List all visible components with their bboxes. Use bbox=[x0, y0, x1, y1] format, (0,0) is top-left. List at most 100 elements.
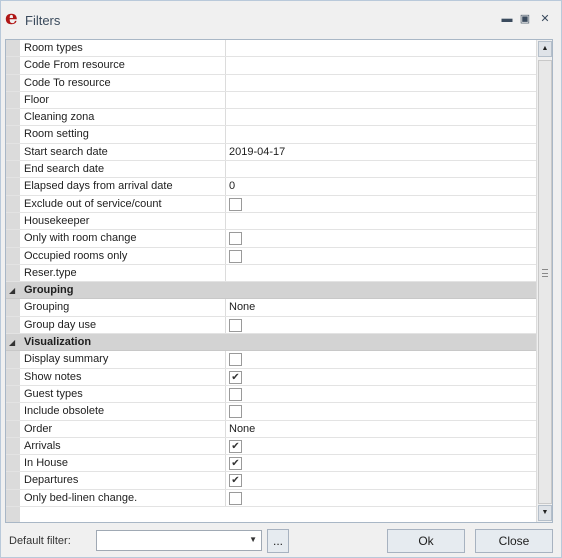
filter-row[interactable]: Occupied rooms only bbox=[6, 247, 536, 265]
filter-checkbox[interactable] bbox=[229, 405, 242, 419]
default-filter-label: Default filter: bbox=[9, 535, 71, 547]
group-spacer bbox=[226, 282, 536, 299]
filter-row[interactable]: Elapsed days from arrival date 0 bbox=[6, 178, 536, 196]
ok-button[interactable]: Ok bbox=[387, 529, 465, 553]
chevron-down-icon[interactable]: ▼ bbox=[249, 535, 257, 544]
group-spacer bbox=[226, 334, 536, 351]
default-filter-select[interactable]: ▼ bbox=[96, 530, 262, 551]
filter-value[interactable]: None bbox=[226, 420, 536, 437]
filter-row[interactable]: Display summary bbox=[6, 351, 536, 369]
close-button[interactable]: Close bbox=[475, 529, 553, 553]
filter-value[interactable] bbox=[226, 40, 536, 57]
filter-row[interactable]: Start search date 2019-04-17 bbox=[6, 143, 536, 162]
filter-value[interactable] bbox=[226, 57, 536, 74]
group-label: Grouping bbox=[20, 282, 226, 299]
filter-label: Display summary bbox=[20, 351, 226, 368]
filter-row[interactable]: Only with room change bbox=[6, 230, 536, 248]
filter-checkbox[interactable] bbox=[229, 249, 242, 263]
vertical-scrollbar[interactable]: ▲ ▼ bbox=[536, 40, 552, 522]
filter-label: Cleaning zona bbox=[20, 109, 226, 126]
filter-label: Housekeeper bbox=[20, 212, 226, 230]
filter-checkbox[interactable] bbox=[229, 353, 242, 367]
filter-label: Floor bbox=[20, 91, 226, 109]
filter-value[interactable] bbox=[226, 109, 536, 126]
filter-checkbox[interactable]: ✔ bbox=[229, 474, 242, 488]
filter-label: Group day use bbox=[20, 316, 226, 334]
filter-value-cell[interactable] bbox=[226, 489, 536, 507]
filter-label: Show notes bbox=[20, 368, 226, 385]
filter-value-cell[interactable] bbox=[226, 385, 536, 403]
group-header[interactable]: ◢ Visualization bbox=[6, 334, 536, 352]
collapse-icon[interactable]: ◢ bbox=[9, 286, 15, 295]
filter-checkbox[interactable] bbox=[229, 232, 242, 246]
filter-value-cell[interactable] bbox=[226, 351, 536, 368]
filter-row[interactable]: Room setting bbox=[6, 126, 536, 144]
close-icon[interactable]: ✕ bbox=[537, 12, 553, 26]
filter-value-cell[interactable] bbox=[226, 316, 536, 334]
filter-row[interactable]: Group day use bbox=[6, 316, 536, 335]
filter-row[interactable]: End search date bbox=[6, 161, 536, 179]
filter-label: Room types bbox=[20, 40, 226, 57]
browse-button[interactable]: ... bbox=[267, 529, 289, 553]
filter-checkbox[interactable] bbox=[229, 197, 242, 211]
filter-row[interactable]: Cleaning zona bbox=[6, 109, 536, 127]
filter-row[interactable]: In House ✔ bbox=[6, 455, 536, 473]
window-title: Filters bbox=[25, 13, 61, 28]
filter-row[interactable]: Floor bbox=[6, 91, 536, 110]
filter-value-cell[interactable]: ✔ bbox=[226, 472, 536, 489]
filter-label: Guest types bbox=[20, 385, 226, 403]
collapse-icon[interactable]: ◢ bbox=[9, 338, 15, 347]
filter-value-cell[interactable] bbox=[226, 247, 536, 264]
property-grid: Room types Code From resource Code To reso… bbox=[5, 39, 553, 523]
filter-checkbox[interactable] bbox=[229, 387, 242, 401]
filter-value-cell[interactable]: ✔ bbox=[226, 437, 536, 455]
filter-row[interactable]: Code To resource bbox=[6, 74, 536, 92]
filter-value-cell[interactable]: ✔ bbox=[226, 368, 536, 385]
filter-row[interactable]: Reser.type bbox=[6, 264, 536, 283]
filter-checkbox[interactable] bbox=[229, 491, 242, 505]
filter-value[interactable] bbox=[226, 212, 536, 230]
filter-label: Only with room change bbox=[20, 230, 226, 247]
filter-row[interactable]: Arrivals ✔ bbox=[6, 437, 536, 456]
filter-value[interactable] bbox=[226, 161, 536, 178]
filter-row[interactable]: Departures ✔ bbox=[6, 472, 536, 490]
filter-value[interactable]: 0 bbox=[226, 178, 536, 195]
filter-row[interactable]: Order None bbox=[6, 420, 536, 438]
filter-value[interactable] bbox=[226, 264, 536, 282]
filter-value-cell[interactable] bbox=[226, 195, 536, 212]
filter-label: Only bed-linen change. bbox=[20, 489, 226, 507]
group-header[interactable]: ◢ Grouping bbox=[6, 282, 536, 300]
filter-row[interactable]: Room types bbox=[6, 40, 536, 58]
filter-value[interactable]: None bbox=[226, 299, 536, 316]
restore-icon[interactable]: ▣ bbox=[517, 12, 533, 26]
filter-label: Reser.type bbox=[20, 264, 226, 282]
scroll-up-icon[interactable]: ▲ bbox=[538, 41, 552, 57]
filter-value[interactable]: 2019-04-17 bbox=[226, 143, 536, 161]
filter-row[interactable]: Include obsolete bbox=[6, 403, 536, 421]
filter-label: End search date bbox=[20, 161, 226, 178]
filter-label: Start search date bbox=[20, 143, 226, 161]
filter-row[interactable]: Guest types bbox=[6, 385, 536, 404]
minimize-icon[interactable]: ▬ bbox=[499, 12, 515, 26]
filter-value[interactable] bbox=[226, 91, 536, 109]
filter-label: Include obsolete bbox=[20, 403, 226, 420]
filter-value-cell[interactable] bbox=[226, 403, 536, 420]
filter-row[interactable]: Exclude out of service/count bbox=[6, 195, 536, 213]
filter-value-cell[interactable]: ✔ bbox=[226, 455, 536, 472]
filter-checkbox[interactable]: ✔ bbox=[229, 439, 242, 453]
scroll-down-icon[interactable]: ▼ bbox=[538, 505, 552, 521]
filter-row[interactable]: Only bed-linen change. bbox=[6, 489, 536, 508]
filter-value-cell[interactable] bbox=[226, 230, 536, 247]
filter-label: Grouping bbox=[20, 299, 226, 316]
filter-checkbox[interactable]: ✔ bbox=[229, 457, 242, 471]
filter-checkbox[interactable] bbox=[229, 318, 242, 332]
filter-row[interactable]: Grouping None bbox=[6, 299, 536, 317]
filter-checkbox[interactable]: ✔ bbox=[229, 370, 242, 384]
filter-value[interactable] bbox=[226, 126, 536, 143]
filter-row[interactable]: Code From resource bbox=[6, 57, 536, 75]
filter-row[interactable]: Housekeeper bbox=[6, 212, 536, 231]
filter-row[interactable]: Show notes ✔ bbox=[6, 368, 536, 386]
scroll-thumb[interactable] bbox=[538, 60, 552, 504]
filter-label: Elapsed days from arrival date bbox=[20, 178, 226, 195]
filter-value[interactable] bbox=[226, 74, 536, 91]
